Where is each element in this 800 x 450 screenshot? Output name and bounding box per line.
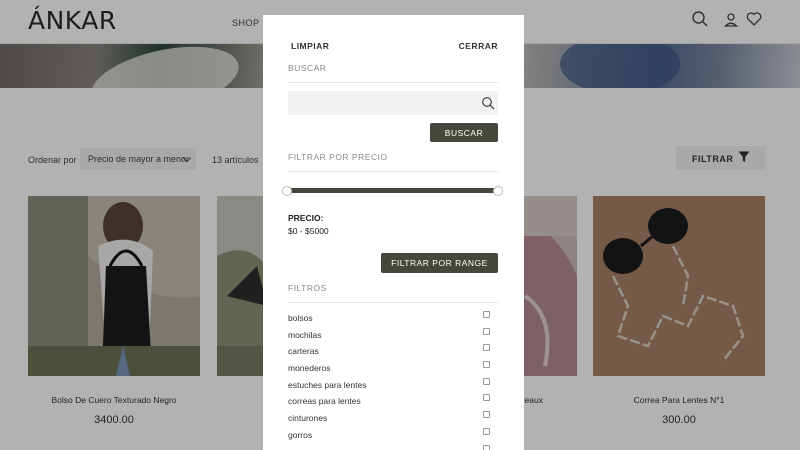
filter-item[interactable] — [288, 444, 498, 450]
search-icon[interactable] — [481, 96, 495, 110]
search-input[interactable] — [288, 91, 498, 115]
filter-label: bolsos — [288, 313, 313, 323]
divider — [288, 302, 498, 303]
filter-item[interactable]: monederos — [288, 361, 498, 380]
filter-label: gorros — [288, 429, 313, 440]
filter-label: monederos — [288, 363, 331, 374]
search-section-title: BUSCAR — [288, 63, 327, 73]
close-modal-link[interactable]: CERRAR — [459, 41, 498, 51]
clear-filters-link[interactable]: LIMPIAR — [291, 41, 329, 51]
filter-checkbox[interactable] — [483, 411, 490, 419]
filter-checkbox[interactable] — [483, 377, 490, 385]
divider — [288, 82, 498, 83]
price-label: PRECIO: — [288, 213, 324, 223]
filter-label: carteras — [288, 346, 319, 357]
filter-item[interactable]: gorros — [288, 427, 498, 447]
divider — [288, 171, 498, 172]
filter-label: cinturones — [288, 413, 328, 424]
filter-modal: LIMPIAR CERRAR BUSCAR BUSCAR FILTRAR POR… — [263, 15, 524, 450]
filter-item[interactable]: carteras — [288, 344, 498, 363]
filters-section-title: FILTROS — [288, 283, 327, 293]
filter-checkbox[interactable] — [483, 444, 490, 450]
filter-item[interactable]: estuches para lentes — [288, 377, 498, 397]
filter-checkbox[interactable] — [483, 311, 490, 318]
filter-item[interactable]: bolsos — [288, 311, 498, 330]
filter-checkbox[interactable] — [483, 427, 490, 435]
price-section-title: FILTRAR POR PRECIO — [288, 152, 388, 162]
filter-checkbox[interactable] — [483, 361, 490, 369]
price-slider-max-handle[interactable] — [493, 186, 503, 196]
search-button[interactable]: BUSCAR — [430, 123, 498, 142]
filter-label: estuches para lentes — [288, 379, 367, 390]
filter-label: mochilas — [288, 329, 322, 340]
filter-checkbox[interactable] — [483, 394, 490, 402]
filter-checkbox[interactable] — [483, 344, 490, 352]
filter-list: bolsos mochilas carteras monederos estuc… — [288, 311, 498, 450]
price-range-value: $0 - $5000 — [288, 226, 329, 236]
filter-item[interactable]: mochilas — [288, 327, 498, 347]
price-slider-track[interactable] — [288, 188, 498, 193]
filter-item[interactable]: correas para lentes — [288, 394, 498, 413]
filter-by-range-button[interactable]: FILTRAR POR RANGE — [381, 253, 498, 273]
filter-label: correas para lentes — [288, 396, 361, 407]
filter-item[interactable]: cinturones — [288, 411, 498, 430]
filter-checkbox[interactable] — [483, 327, 490, 335]
price-slider-min-handle[interactable] — [282, 186, 292, 196]
